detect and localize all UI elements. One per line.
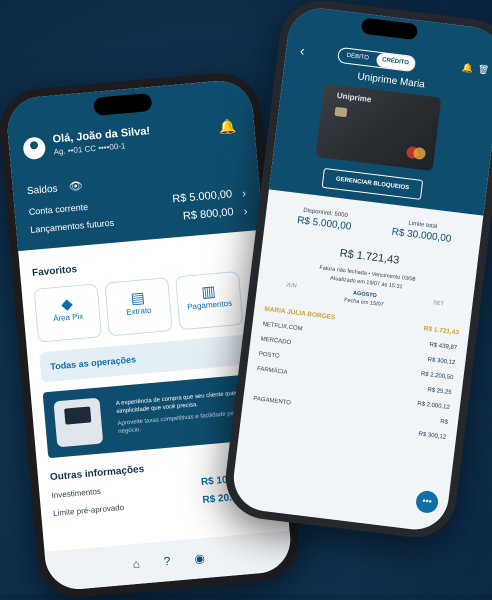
avatar[interactable] — [22, 136, 47, 161]
right-phone: ‹ DÉBITO CRÉDITO 🔔 🗑 Uniprime Maria Unip… — [221, 0, 492, 543]
saldos-label: Saldos — [26, 183, 58, 198]
tx-value: R$ 300,12 — [418, 431, 447, 441]
gerenciar-bloqueios-button[interactable]: GERENCIAR BLOQUEIOS — [321, 167, 424, 200]
credit-card-image: Uniprime — [315, 83, 442, 172]
invest-label: Investimentos — [51, 486, 102, 501]
tx-value: R$ 300,12 — [427, 356, 456, 367]
todas-label: Todas as operações — [49, 354, 137, 372]
lanc-value: R$ 800,00 — [182, 206, 235, 223]
transactions-list: MARIA JÚLIA BORGES R$ 1.721,43 NETFLIX.C… — [241, 293, 471, 442]
holder-name: MARIA JÚLIA BORGES — [263, 305, 336, 322]
limite-disponivel: Disponível: 5000 R$ 5.000,00 — [275, 204, 375, 235]
tx-value: R$ 2.000,12 — [416, 401, 451, 411]
tx-label — [251, 411, 252, 417]
tx-label: PAGAMENTO — [252, 396, 292, 407]
month-prev[interactable]: JUN — [286, 282, 297, 289]
home-icon[interactable]: ⌂ — [132, 557, 140, 572]
card-header: ‹ DÉBITO CRÉDITO 🔔 🗑 Uniprime Maria Unip… — [268, 4, 492, 216]
limite-total: Limite total R$ 30.000,00 — [372, 216, 472, 247]
fav-pix[interactable]: ◆ Área Pix — [33, 283, 103, 343]
eye-icon[interactable]: 👁 — [68, 179, 83, 193]
fav-label: Extrato — [125, 305, 152, 317]
limite-label: Limite pré-aprovado — [52, 502, 125, 519]
favoritos-row: ◆ Área Pix ▤ Extrato ▥ Pagamentos — [33, 270, 260, 343]
month-next[interactable]: SET — [433, 300, 444, 307]
tx-value: R$ — [439, 418, 449, 426]
toggle-credito[interactable]: CRÉDITO — [375, 52, 416, 72]
tx-label — [255, 381, 256, 387]
tx-value: R$ 25,25 — [426, 387, 452, 397]
profile-icon[interactable]: ◉ — [194, 551, 206, 566]
holder-total: R$ 1.721,43 — [423, 325, 460, 337]
fav-extrato[interactable]: ▤ Extrato — [104, 277, 173, 337]
tx-label: MERCADO — [260, 336, 292, 347]
debit-credit-toggle[interactable]: DÉBITO CRÉDITO — [336, 46, 417, 73]
tx-label: POSTO — [258, 351, 280, 360]
mastercard-icon — [412, 146, 427, 161]
chip-icon — [334, 106, 348, 118]
bottom-tab-bar: ⌂ ? ◉ — [44, 530, 294, 592]
back-arrow-icon[interactable]: ‹ — [299, 42, 306, 58]
card-screen: ‹ DÉBITO CRÉDITO 🔔 🗑 Uniprime Maria Unip… — [229, 4, 492, 534]
tx-value: R$ 439,87 — [429, 342, 458, 352]
tx-label: FARMÁCIA — [256, 366, 288, 376]
conta-label: Conta corrente — [28, 201, 89, 217]
help-icon[interactable]: ? — [163, 554, 171, 569]
conta-value: R$ 5.000,00 — [171, 188, 233, 206]
chevron-right-icon: › — [242, 203, 249, 219]
tx-label: NETFLIX.COM — [262, 321, 303, 333]
pos-terminal-image — [53, 397, 104, 448]
card-brand: Uniprime — [336, 90, 372, 105]
trash-icon[interactable]: 🗑 — [477, 64, 490, 76]
lanc-label: Lançamentos futuros — [29, 217, 115, 235]
toggle-debito[interactable]: DÉBITO — [338, 48, 377, 67]
fav-label: Área Pix — [52, 311, 84, 324]
bell-icon[interactable]: 🔔 — [218, 118, 237, 136]
tx-value: R$ 2.200,50 — [420, 371, 454, 382]
bell-icon[interactable]: 🔔 — [461, 62, 473, 74]
more-options-button[interactable]: ••• — [414, 489, 440, 515]
chevron-right-icon: › — [241, 186, 247, 201]
fav-pagamentos[interactable]: ▥ Pagamentos — [175, 270, 244, 331]
